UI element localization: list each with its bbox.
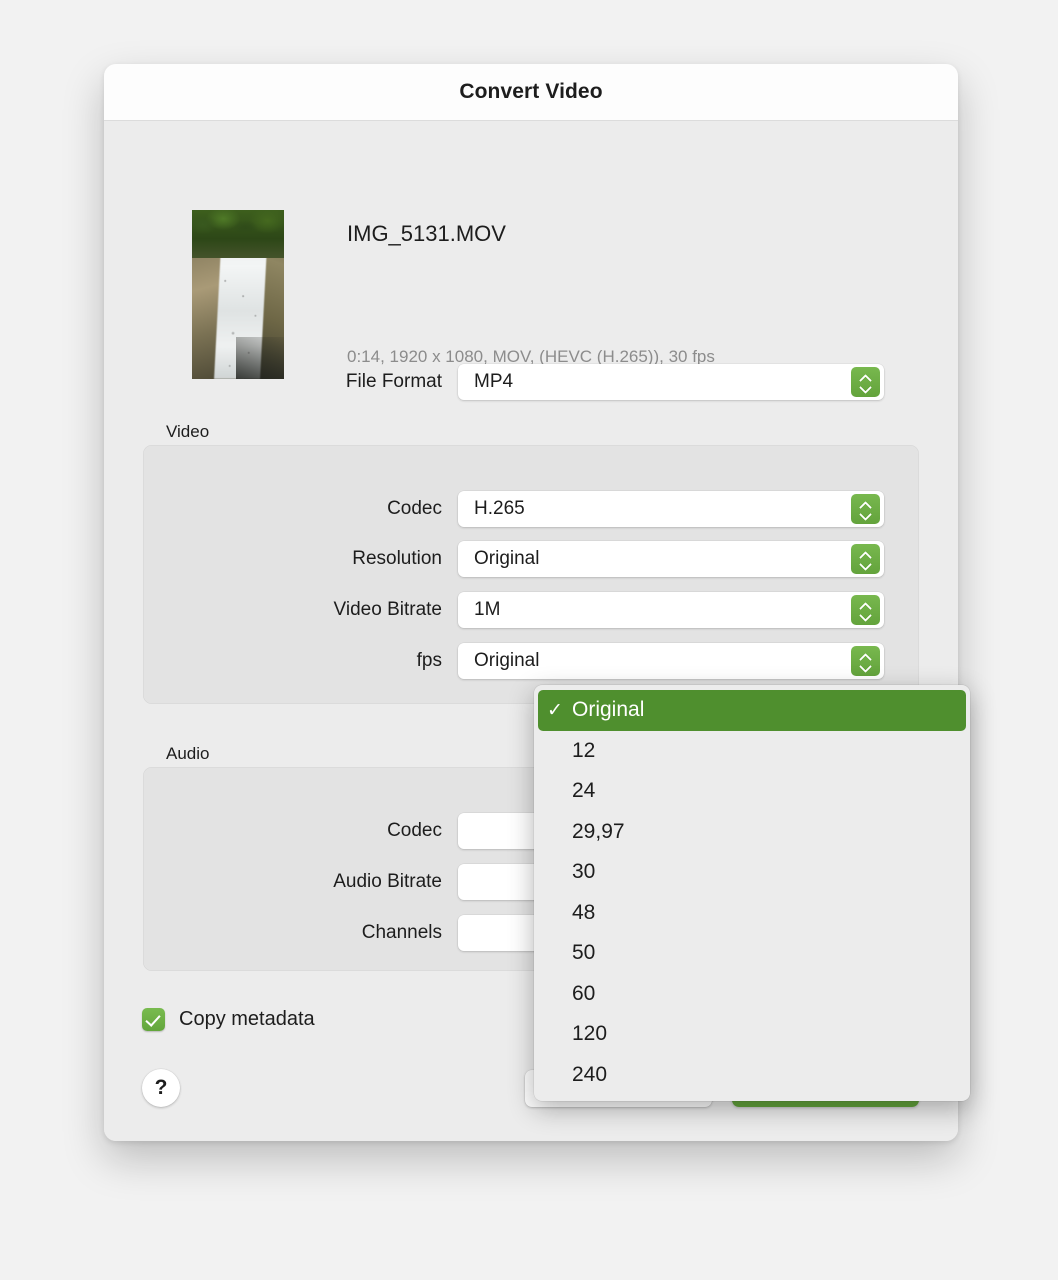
fps-menu-item-label: 60 bbox=[572, 981, 596, 1005]
dialog-title: Convert Video bbox=[459, 80, 603, 103]
fps-menu-item-label: 12 bbox=[572, 738, 596, 762]
fps-menu-item-label: 240 bbox=[572, 1062, 608, 1086]
video-codec-popup[interactable]: H.265 bbox=[458, 491, 884, 527]
fps-menu-item[interactable]: 240 bbox=[538, 1055, 966, 1096]
fps-menu-item[interactable]: 30 bbox=[538, 852, 966, 893]
chevron-up-icon bbox=[860, 654, 871, 660]
fps-menu-item-label: 120 bbox=[572, 1022, 608, 1046]
file-format-popup[interactable]: MP4 bbox=[458, 364, 884, 400]
audio-codec-label: Codec bbox=[387, 820, 442, 841]
audio-group-label: Audio bbox=[166, 744, 210, 763]
video-bitrate-value: 1M bbox=[474, 599, 501, 620]
file-format-value: MP4 bbox=[474, 371, 514, 392]
video-resolution-popup[interactable]: Original bbox=[458, 541, 884, 577]
video-codec-value: H.265 bbox=[474, 498, 525, 519]
file-format-row: File Format MP4 bbox=[166, 364, 884, 400]
chevron-down-icon bbox=[860, 663, 871, 669]
file-name: IMG_5131.MOV bbox=[347, 221, 506, 246]
chevron-up-icon bbox=[860, 375, 871, 381]
video-fps-row: fps Original bbox=[166, 643, 884, 679]
video-codec-label: Codec bbox=[387, 498, 442, 519]
audio-bitrate-label: Audio Bitrate bbox=[333, 871, 442, 892]
fps-menu-item[interactable]: 50 bbox=[538, 933, 966, 974]
video-fps-stepper-icon[interactable] bbox=[851, 646, 880, 676]
convert-video-dialog: Convert Video IMG_5131.MOV 0:14, 1920 x … bbox=[104, 64, 970, 1141]
fps-menu-item-label: 48 bbox=[572, 900, 596, 924]
chevron-up-icon bbox=[860, 502, 871, 508]
video-fps-value: Original bbox=[474, 650, 540, 671]
audio-channels-label: Channels bbox=[361, 922, 442, 943]
chevron-up-icon bbox=[860, 552, 871, 558]
video-codec-row: Codec H.265 bbox=[166, 491, 884, 527]
chevron-down-icon bbox=[860, 511, 871, 517]
video-fps-popup[interactable]: Original bbox=[458, 643, 884, 679]
fps-menu-item-label: 24 bbox=[572, 779, 596, 803]
file-info-section: IMG_5131.MOV 0:14, 1920 x 1080, MOV, (HE… bbox=[104, 121, 958, 379]
fps-menu-item[interactable]: 120 bbox=[538, 1014, 966, 1055]
fps-menu-item[interactable]: 12 bbox=[538, 731, 966, 772]
chevron-up-icon bbox=[860, 603, 871, 609]
fps-menu-item[interactable]: 29,97 bbox=[538, 812, 966, 853]
dialog-titlebar: Convert Video bbox=[104, 64, 958, 121]
video-fps-label: fps bbox=[416, 650, 442, 671]
file-format-stepper-icon[interactable] bbox=[851, 367, 880, 397]
copy-metadata-checkbox[interactable]: Copy metadata bbox=[142, 1008, 315, 1031]
fps-menu-item[interactable]: 24 bbox=[538, 771, 966, 812]
fps-menu-item[interactable]: 48 bbox=[538, 893, 966, 934]
video-thumbnail bbox=[192, 210, 284, 379]
video-resolution-stepper-icon[interactable] bbox=[851, 544, 880, 574]
fps-menu-item-label: 50 bbox=[572, 941, 596, 965]
video-resolution-value: Original bbox=[474, 548, 540, 569]
video-codec-stepper-icon[interactable] bbox=[851, 494, 880, 524]
thumbnail-foliage bbox=[192, 210, 284, 258]
fps-menu-item[interactable]: 60 bbox=[538, 974, 966, 1015]
video-bitrate-stepper-icon[interactable] bbox=[851, 595, 880, 625]
help-button[interactable]: ? bbox=[142, 1069, 180, 1107]
fps-dropdown-menu[interactable]: ✓ Original 12 24 29,97 30 48 50 60 120 240 bbox=[534, 685, 970, 1101]
chevron-down-icon bbox=[860, 561, 871, 567]
video-bitrate-row: Video Bitrate 1M bbox=[166, 592, 884, 628]
video-bitrate-popup[interactable]: 1M bbox=[458, 592, 884, 628]
video-bitrate-label: Video Bitrate bbox=[333, 599, 442, 620]
fps-menu-item-label: Original bbox=[572, 698, 645, 722]
file-format-label: File Format bbox=[345, 371, 442, 392]
checkbox-checked-icon bbox=[142, 1008, 165, 1031]
chevron-down-icon bbox=[860, 384, 871, 390]
video-resolution-label: Resolution bbox=[352, 548, 442, 569]
fps-menu-item[interactable]: ✓ Original bbox=[538, 690, 966, 731]
fps-menu-item-label: 30 bbox=[572, 860, 596, 884]
checkmark-icon: ✓ bbox=[547, 699, 563, 721]
chevron-down-icon bbox=[860, 612, 871, 618]
video-resolution-row: Resolution Original bbox=[166, 541, 884, 577]
video-group-label: Video bbox=[166, 422, 210, 441]
copy-metadata-label: Copy metadata bbox=[179, 1008, 315, 1030]
fps-menu-item-label: 29,97 bbox=[572, 819, 625, 843]
